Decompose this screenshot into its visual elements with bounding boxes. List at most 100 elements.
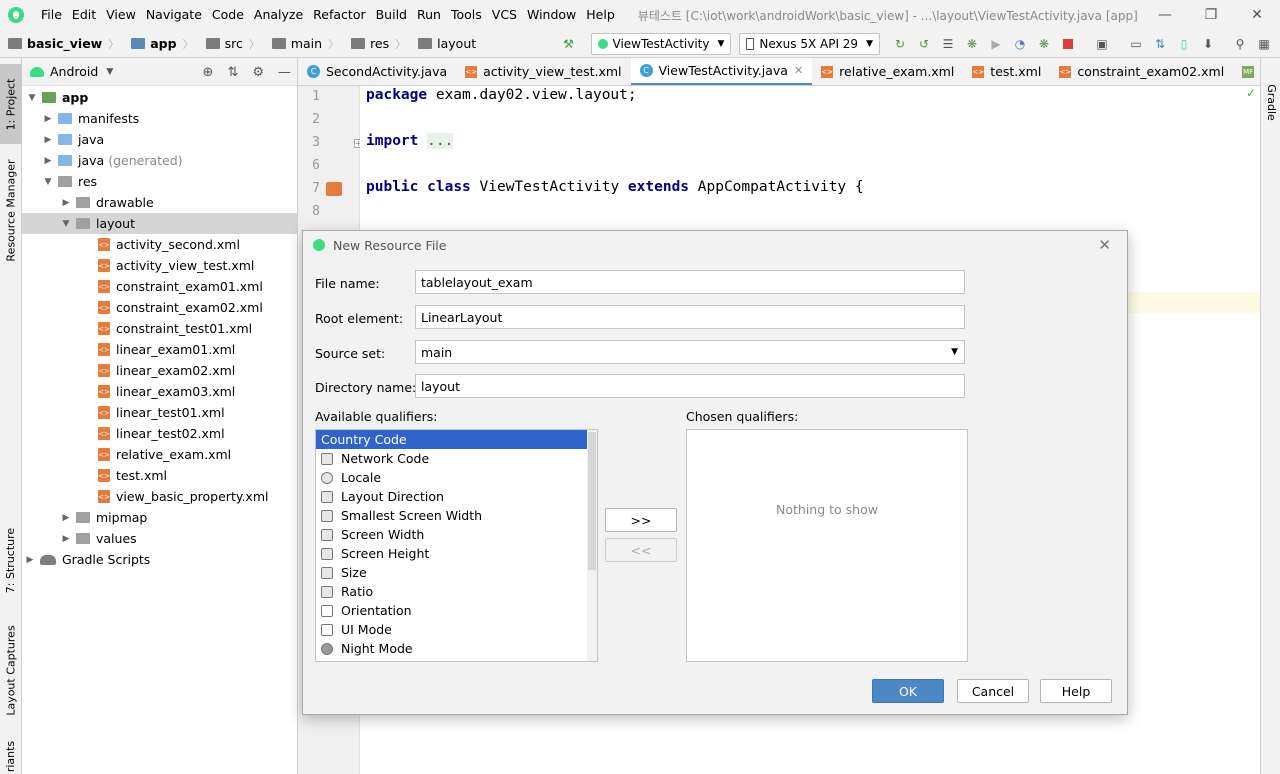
help-button[interactable]: Help xyxy=(1040,679,1112,703)
tree-item-java[interactable]: ▶ java xyxy=(22,129,297,150)
tree-item-values[interactable]: ▶ values xyxy=(22,528,297,549)
tree-item-app[interactable]: ▼ app xyxy=(22,87,297,108)
project-structure-icon[interactable]: ▣ xyxy=(1094,36,1110,52)
list-item[interactable]: Layout Direction xyxy=(316,487,597,506)
scrollbar-thumb[interactable] xyxy=(588,432,596,570)
settings-icon[interactable]: ▦ xyxy=(1256,36,1272,52)
layout-resource-gutter-icon[interactable] xyxy=(326,182,342,196)
source-set-select[interactable]: main ▼ xyxy=(415,340,965,364)
tree-item-res[interactable]: ▼ res xyxy=(22,171,297,192)
close-window-icon[interactable]: ✕ xyxy=(1234,0,1280,30)
tab-project-tool[interactable]: 1: Project xyxy=(0,64,22,144)
tab-constraint-exam02[interactable]: <> constraint_exam02.xml xyxy=(1050,58,1233,85)
breadcrumb-basic-view[interactable]: basic_view 〉 xyxy=(0,36,119,52)
list-item[interactable]: Network Code xyxy=(316,449,597,468)
list-item[interactable]: Orientation xyxy=(316,601,597,620)
coverage-icon[interactable]: ☰ xyxy=(940,36,956,52)
tree-item-file[interactable]: <> constraint_exam02.xml xyxy=(22,297,297,318)
restore-icon[interactable]: ❐ xyxy=(1188,0,1234,30)
tab-layout-captures[interactable]: Layout Captures xyxy=(0,618,22,722)
list-item[interactable]: Screen Height xyxy=(316,544,597,563)
close-icon[interactable]: ✕ xyxy=(1098,236,1111,254)
list-item[interactable]: UI Mode xyxy=(316,620,597,639)
tree-item-file[interactable]: <> linear_test01.xml xyxy=(22,402,297,423)
menu-build[interactable]: Build xyxy=(371,0,412,30)
tree-item-file[interactable]: <> constraint_test01.xml xyxy=(22,318,297,339)
list-item[interactable]: Smallest Screen Width xyxy=(316,506,597,525)
list-item[interactable]: Ratio xyxy=(316,582,597,601)
tab-activity-view-test[interactable]: <> activity_view_test.xml xyxy=(456,58,630,85)
list-item[interactable]: Screen Width xyxy=(316,525,597,544)
apply-changes-icon[interactable]: ↻ xyxy=(892,36,908,52)
build-hammer-icon[interactable]: ⚒ xyxy=(561,36,577,52)
menu-refactor[interactable]: Refactor xyxy=(308,0,370,30)
tab-manifest[interactable]: MF xyxy=(1233,58,1260,85)
available-qualifiers-list[interactable]: Country Code Network Code Locale Layout … xyxy=(315,429,598,662)
tab-view-test-activity[interactable]: C ViewTestActivity.java ✕ xyxy=(630,58,813,85)
menu-file[interactable]: File xyxy=(36,0,67,30)
tree-item-file[interactable]: <> activity_second.xml xyxy=(22,234,297,255)
tab-resource-manager[interactable]: Resource Manager xyxy=(0,150,22,270)
device-select[interactable]: Nexus 5X API 29 ▼ xyxy=(739,33,880,55)
tree-item-file[interactable]: <> relative_exam.xml xyxy=(22,444,297,465)
tree-item-file[interactable]: <> activity_view_test.xml xyxy=(22,255,297,276)
directory-name-field[interactable]: layout xyxy=(415,374,965,398)
tab-gradle[interactable]: Gradle xyxy=(1261,72,1280,132)
tab-structure[interactable]: 7: Structure xyxy=(0,520,22,600)
stop-icon[interactable] xyxy=(1060,36,1076,52)
debug-icon[interactable]: ❋ xyxy=(964,36,980,52)
menu-help[interactable]: Help xyxy=(581,0,620,30)
menu-navigate[interactable]: Navigate xyxy=(141,0,207,30)
gear-icon[interactable]: ⚙ xyxy=(252,65,264,80)
tree-item-file[interactable]: <> test.xml xyxy=(22,465,297,486)
apply-code-changes-icon[interactable]: ↺ xyxy=(916,36,932,52)
collapsed-arrow-icon[interactable]: ▶ xyxy=(24,555,36,565)
remove-qualifier-button[interactable]: << xyxy=(605,538,677,562)
expanded-arrow-icon[interactable]: ▼ xyxy=(42,177,54,187)
profile-icon[interactable]: ◔ xyxy=(1012,36,1028,52)
run-config-select[interactable]: ViewTestActivity ▼ xyxy=(590,33,732,55)
cancel-button[interactable]: Cancel xyxy=(957,679,1029,703)
menu-code[interactable]: Code xyxy=(207,0,249,30)
breadcrumb-main[interactable]: main 〉 xyxy=(264,36,339,52)
sdk-manager-icon[interactable]: ⬇ xyxy=(1200,36,1216,52)
close-tab-icon[interactable]: ✕ xyxy=(794,64,803,77)
menu-window[interactable]: Window xyxy=(522,0,581,30)
tree-item-file[interactable]: <> linear_exam01.xml xyxy=(22,339,297,360)
search-icon[interactable]: ⚲ xyxy=(1232,36,1248,52)
tree-item-file[interactable]: <> constraint_exam01.xml xyxy=(22,276,297,297)
collapse-all-icon[interactable]: ⇅ xyxy=(227,65,238,80)
ok-button[interactable]: OK xyxy=(872,679,944,703)
collapsed-arrow-icon[interactable]: ▶ xyxy=(42,156,54,166)
breadcrumb-layout[interactable]: layout xyxy=(410,36,476,51)
attach-debugger-icon[interactable]: ▶ xyxy=(988,36,1004,52)
avd-manager-icon[interactable]: ▭ xyxy=(1128,36,1144,52)
tree-item-file[interactable]: <> linear_test02.xml xyxy=(22,423,297,444)
locate-icon[interactable]: ⊕ xyxy=(203,65,214,80)
menu-analyze[interactable]: Analyze xyxy=(249,0,308,30)
tree-item-mipmap[interactable]: ▶ mipmap xyxy=(22,507,297,528)
chosen-qualifiers-list[interactable]: Nothing to show xyxy=(686,429,968,662)
tree-item-manifests[interactable]: ▶ manifests xyxy=(22,108,297,129)
menu-edit[interactable]: Edit xyxy=(67,0,101,30)
expanded-arrow-icon[interactable]: ▼ xyxy=(60,219,72,229)
expanded-arrow-icon[interactable]: ▼ xyxy=(26,93,38,103)
menu-vcs[interactable]: VCS xyxy=(487,0,522,30)
tree-item-layout[interactable]: ▼ layout xyxy=(22,213,297,234)
collapsed-arrow-icon[interactable]: ▶ xyxy=(42,114,54,124)
list-item[interactable]: Size xyxy=(316,563,597,582)
tree-item-drawable[interactable]: ▶ drawable xyxy=(22,192,297,213)
breadcrumb-res[interactable]: res 〉 xyxy=(343,36,406,52)
collapsed-arrow-icon[interactable]: ▶ xyxy=(42,135,54,145)
tree-item-java-generated[interactable]: ▶ java (generated) xyxy=(22,150,297,171)
menu-view[interactable]: View xyxy=(101,0,141,30)
collapsed-arrow-icon[interactable]: ▶ xyxy=(60,198,72,208)
tab-relative-exam[interactable]: <> relative_exam.xml xyxy=(812,58,963,85)
tree-item-file[interactable]: <> view_basic_property.xml xyxy=(22,486,297,507)
tab-second-activity[interactable]: C SecondActivity.java xyxy=(298,58,456,85)
collapsed-arrow-icon[interactable]: ▶ xyxy=(60,534,72,544)
add-qualifier-button[interactable]: >> xyxy=(605,508,677,532)
file-name-field[interactable]: tablelayout_exam xyxy=(415,270,965,294)
tab-test-xml[interactable]: <> test.xml xyxy=(963,58,1050,85)
tree-item-file[interactable]: <> linear_exam03.xml xyxy=(22,381,297,402)
